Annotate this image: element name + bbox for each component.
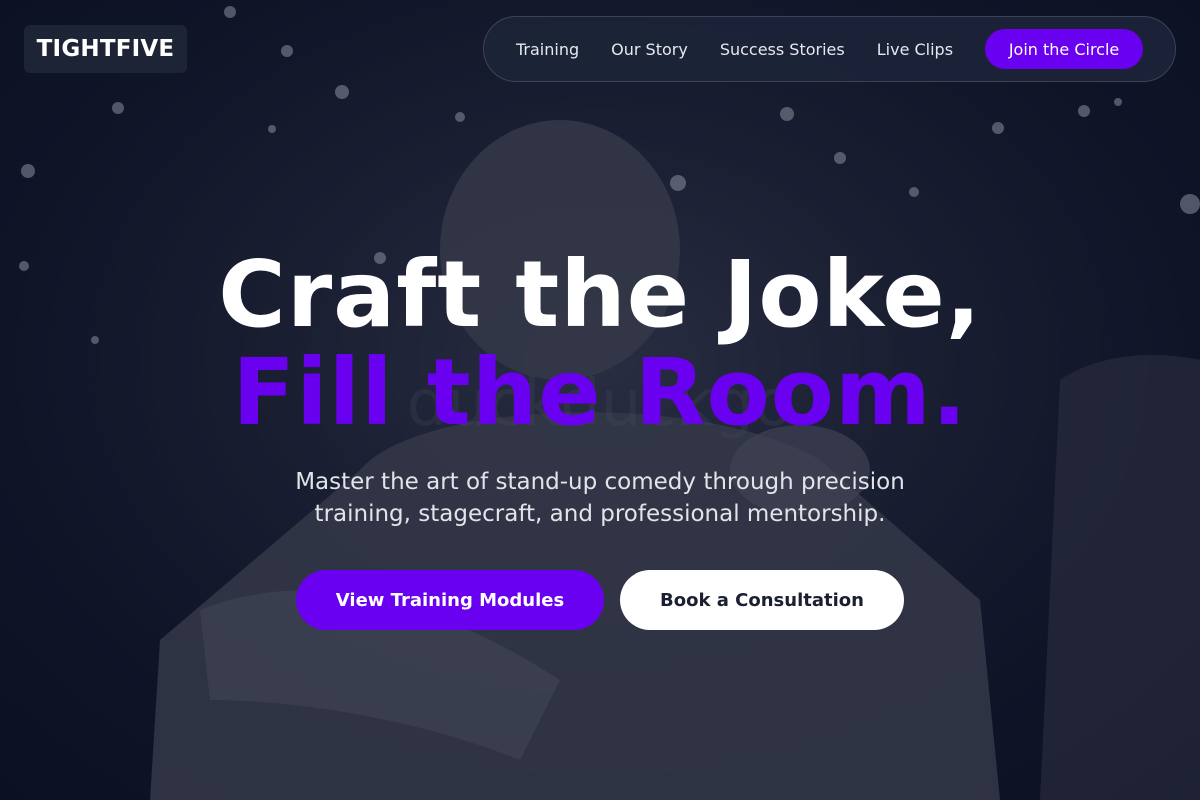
nav-link-our-story[interactable]: Our Story: [611, 40, 688, 59]
nav-link-training[interactable]: Training: [516, 40, 579, 59]
headline-line-2: Fill the Room.: [232, 339, 968, 446]
main-nav: Training Our Story Success Stories Live …: [483, 16, 1176, 82]
join-circle-button[interactable]: Join the Circle: [985, 29, 1144, 69]
view-training-modules-button[interactable]: View Training Modules: [296, 570, 604, 630]
subtext-line-2: training, stagecraft, and professional m…: [314, 501, 886, 527]
subtext-line-1: Master the art of stand-up comedy throug…: [295, 469, 905, 495]
book-consultation-button[interactable]: Book a Consultation: [620, 570, 904, 630]
nav-link-success-stories[interactable]: Success Stories: [720, 40, 845, 59]
brand-logo[interactable]: TIGHTFIVE: [24, 25, 187, 73]
nav-link-live-clips[interactable]: Live Clips: [877, 40, 953, 59]
headline-line-1: Craft the Joke,: [218, 241, 982, 348]
hero-subtext: Master the art of stand-up comedy throug…: [0, 466, 1200, 530]
hero-section: duckduckgo TIGHTFIVE Training Our Story …: [0, 0, 1200, 800]
hero-headline: Craft the Joke, Fill the Room.: [0, 246, 1200, 442]
